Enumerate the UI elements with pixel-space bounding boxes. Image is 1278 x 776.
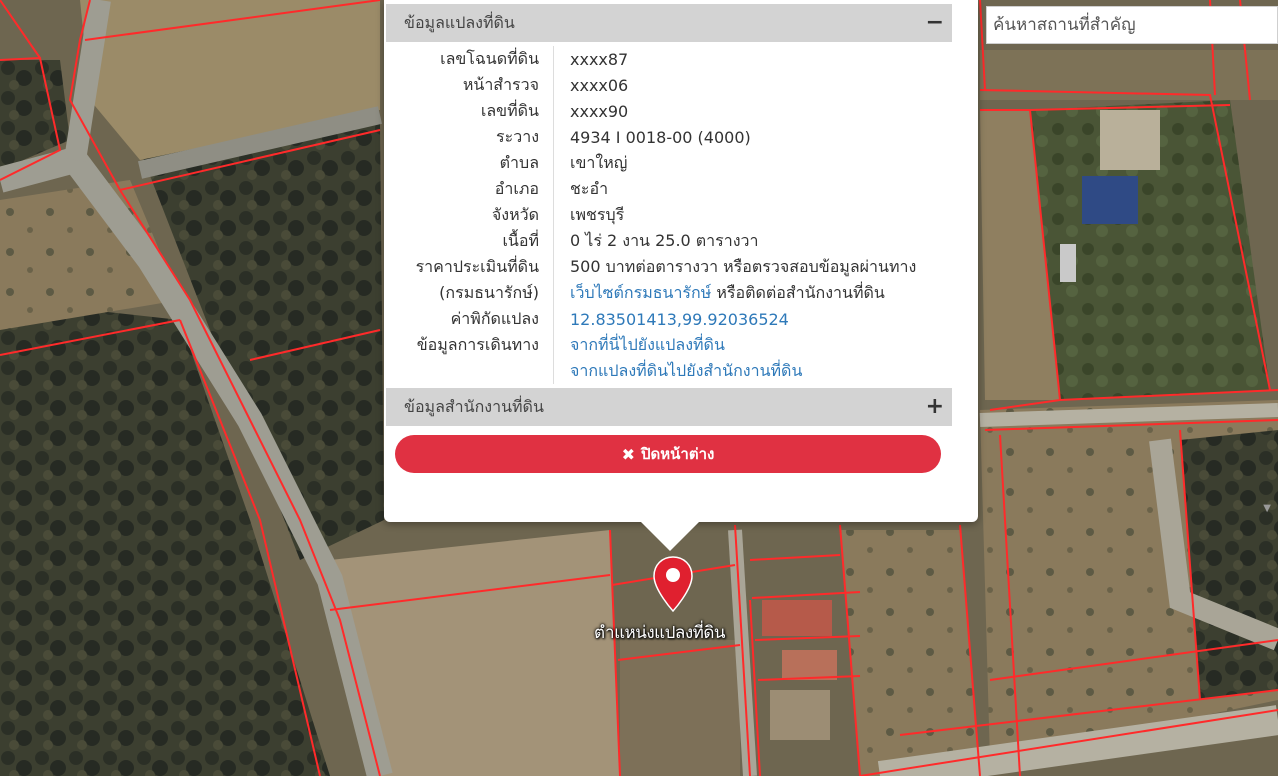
expand-icon[interactable]: + xyxy=(926,396,944,418)
land-office-section-title: ข้อมูลสำนักงานที่ดิน xyxy=(404,396,544,416)
scroll-down-arrow-icon[interactable]: ▼ xyxy=(1263,503,1271,514)
detail-label: ค่าพิกัดแปลง xyxy=(386,306,554,332)
detail-row-treasury-dept: (กรมธนารักษ์) เว็บไซต์กรมธนารักษ์ หรือติ… xyxy=(386,280,952,306)
detail-label: เลขโฉนดที่ดิน xyxy=(386,46,554,72)
land-details-table: เลขโฉนดที่ดิน xxxx87 หน้าสำรวจ xxxx06 เล… xyxy=(386,42,952,388)
detail-value: 4934 I 0018-00 (4000) xyxy=(570,127,751,147)
detail-row-survey-page: หน้าสำรวจ xxxx06 xyxy=(386,72,952,98)
detail-row-directions-2: จากแปลงที่ดินไปยังสำนักงานที่ดิน xyxy=(386,358,952,384)
directions-to-parcel-link[interactable]: จากที่นี่ไปยังแปลงที่ดิน xyxy=(570,335,725,354)
detail-value: xxxx06 xyxy=(570,75,629,95)
popup-pointer xyxy=(640,521,700,551)
detail-value: เขาใหญ่ xyxy=(570,152,628,172)
map-pin-icon[interactable] xyxy=(652,555,694,613)
detail-label: ตำบล xyxy=(386,150,554,176)
detail-label: ข้อมูลการเดินทาง xyxy=(386,332,554,358)
detail-value: 500 บาทต่อตารางวา หรือตรวจสอบข้อมูลผ่านท… xyxy=(570,256,917,276)
detail-value: 0 ไร่ 2 งาน 25.0 ตารางวา xyxy=(570,230,759,250)
detail-row-area: เนื้อที่ 0 ไร่ 2 งาน 25.0 ตารางวา xyxy=(386,228,952,254)
detail-row-directions: ข้อมูลการเดินทาง จากที่นี่ไปยังแปลงที่ดิ… xyxy=(386,332,952,358)
collapse-icon[interactable]: − xyxy=(926,12,944,34)
place-search-input[interactable] xyxy=(987,7,1277,43)
land-info-section-title: ข้อมูลแปลงที่ดิน xyxy=(404,12,515,32)
parcel-marker-label: ตำแหน่งแปลงที่ดิน xyxy=(594,623,726,643)
popup-content: ข้อมูลแปลงที่ดิน − เลขโฉนดที่ดิน xxxx87 … xyxy=(386,4,952,426)
land-office-section-header[interactable]: ข้อมูลสำนักงานที่ดิน + xyxy=(386,388,952,426)
detail-row-appraisal-price: ราคาประเมินที่ดิน 500 บาทต่อตารางวา หรือ… xyxy=(386,254,952,280)
detail-value: ชะอำ xyxy=(570,178,609,198)
close-icon: ✖ xyxy=(621,444,636,464)
detail-label: ระวาง xyxy=(386,124,554,150)
detail-row-coordinates: ค่าพิกัดแปลง 12.83501413,99.92036524 xyxy=(386,306,952,332)
detail-label: ราคาประเมินที่ดิน xyxy=(386,254,554,280)
detail-value: เพชรบุรี xyxy=(570,204,625,224)
treasury-website-link[interactable]: เว็บไซต์กรมธนารักษ์ xyxy=(570,283,711,302)
detail-label-empty xyxy=(386,358,554,384)
detail-row-land-number: เลขที่ดิน xxxx90 xyxy=(386,98,952,124)
detail-value: จากแปลงที่ดินไปยังสำนักงานที่ดิน xyxy=(554,359,802,384)
coordinates-link[interactable]: 12.83501413,99.92036524 xyxy=(570,310,789,329)
detail-value: xxxx90 xyxy=(570,101,629,121)
detail-label: เลขที่ดิน xyxy=(386,98,554,124)
detail-value: 12.83501413,99.92036524 xyxy=(554,310,789,329)
detail-row-subdistrict: ตำบล เขาใหญ่ xyxy=(386,150,952,176)
detail-label: อำเภอ xyxy=(386,176,554,202)
land-info-section-header[interactable]: ข้อมูลแปลงที่ดิน − xyxy=(386,4,952,42)
detail-label: หน้าสำรวจ xyxy=(386,72,554,98)
detail-label: (กรมธนารักษ์) xyxy=(386,280,554,306)
detail-value: xxxx87 xyxy=(570,49,629,69)
directions-to-office-link[interactable]: จากแปลงที่ดินไปยังสำนักงานที่ดิน xyxy=(570,361,802,380)
detail-label: เนื้อที่ xyxy=(386,228,554,254)
detail-row-map-sheet: ระวาง 4934 I 0018-00 (4000) xyxy=(386,124,952,150)
detail-label: จังหวัด xyxy=(386,202,554,228)
place-search-box[interactable] xyxy=(986,6,1278,44)
detail-value: จากที่นี่ไปยังแปลงที่ดิน xyxy=(554,333,725,358)
contact-office-text: หรือติดต่อสำนักงานที่ดิน xyxy=(711,282,885,302)
detail-row-deed-number: เลขโฉนดที่ดิน xxxx87 xyxy=(386,46,952,72)
close-window-label: ปิดหน้าต่าง xyxy=(641,445,715,463)
detail-row-province: จังหวัด เพชรบุรี xyxy=(386,202,952,228)
detail-row-district: อำเภอ ชะอำ xyxy=(386,176,952,202)
close-window-button[interactable]: ✖ ปิดหน้าต่าง xyxy=(395,435,941,473)
detail-value: เว็บไซต์กรมธนารักษ์ หรือติดต่อสำนักงานที… xyxy=(554,281,885,306)
